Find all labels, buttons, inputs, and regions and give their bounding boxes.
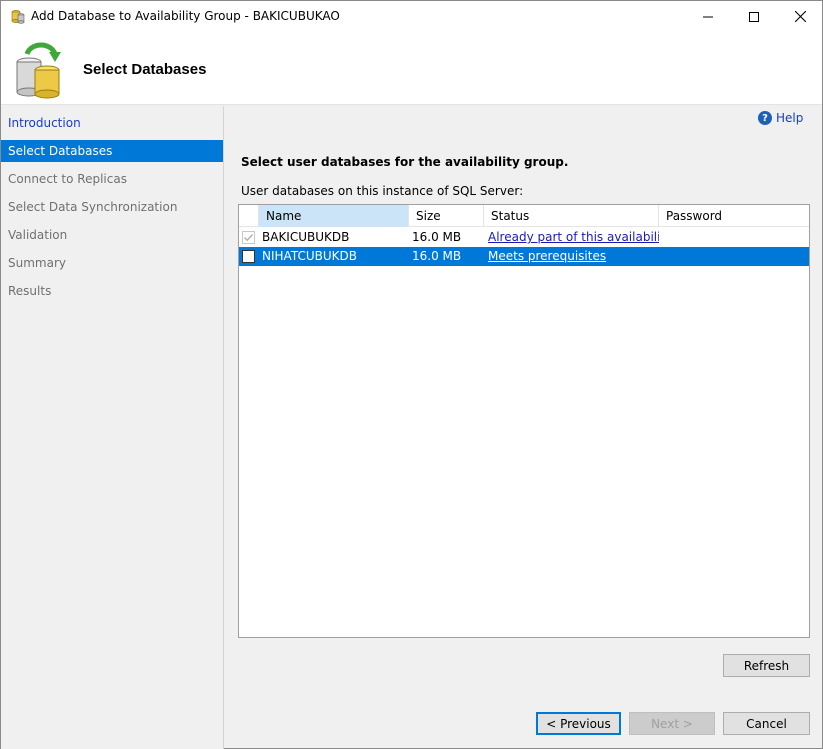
- row-status-link[interactable]: Already part of this availabilit...: [485, 228, 659, 247]
- row-size: 16.0 MB: [412, 249, 462, 263]
- window-title: Add Database to Availability Group - BAK…: [31, 9, 340, 23]
- wizard-header: Select Databases: [1, 32, 822, 105]
- database-sync-icon: [13, 40, 65, 100]
- next-button[interactable]: Next >: [629, 712, 715, 735]
- row-status-link[interactable]: Meets prerequisites: [485, 247, 659, 266]
- cancel-button[interactable]: Cancel: [723, 712, 810, 735]
- grid-header: Name Size Status Password: [239, 205, 809, 227]
- previous-button[interactable]: < Previous: [536, 712, 621, 735]
- nav-item-select-data-synchronization: Select Data Synchronization: [8, 200, 178, 214]
- maximize-button[interactable]: [731, 1, 777, 32]
- nav-item-validation: Validation: [8, 228, 68, 242]
- row-name: BAKICUBUKDB: [262, 230, 350, 244]
- table-row[interactable]: BAKICUBUKDB 16.0 MB Already part of this…: [239, 228, 809, 247]
- database-icon: [11, 9, 25, 24]
- grid-caption: User databases on this instance of SQL S…: [241, 184, 524, 198]
- row-name: NIHATCUBUKDB: [262, 249, 357, 263]
- close-button[interactable]: [777, 1, 823, 32]
- wizard-window: Add Database to Availability Group - BAK…: [0, 0, 823, 749]
- nav-item-select-databases[interactable]: Select Databases: [1, 140, 223, 162]
- refresh-button[interactable]: Refresh: [723, 654, 810, 677]
- row-password[interactable]: [659, 247, 809, 266]
- column-header-checkbox[interactable]: [239, 205, 259, 227]
- column-header-status[interactable]: Status: [484, 205, 659, 227]
- nav-item-summary: Summary: [8, 256, 66, 270]
- column-header-password[interactable]: Password: [659, 205, 809, 227]
- row-checkbox[interactable]: [242, 250, 255, 263]
- help-link[interactable]: ? Help: [758, 111, 803, 125]
- title-bar: Add Database to Availability Group - BAK…: [1, 1, 822, 32]
- row-checkbox: [242, 231, 255, 244]
- nav-item-introduction[interactable]: Introduction: [1, 112, 223, 134]
- row-password[interactable]: [659, 228, 809, 247]
- wizard-nav: Introduction Select Databases Connect to…: [1, 106, 224, 749]
- database-grid[interactable]: Name Size Status Password BAKICUBUKDB 16…: [238, 204, 810, 638]
- help-label: Help: [776, 111, 804, 125]
- column-header-name[interactable]: Name: [259, 205, 409, 227]
- minimize-button[interactable]: [685, 1, 731, 32]
- column-header-size[interactable]: Size: [409, 205, 484, 227]
- section-heading: Select user databases for the availabili…: [241, 155, 569, 169]
- nav-item-connect-to-replicas: Connect to Replicas: [8, 172, 127, 186]
- help-icon: ?: [758, 111, 772, 125]
- nav-item-results: Results: [8, 284, 52, 298]
- page-title: Select Databases: [83, 61, 207, 78]
- table-row[interactable]: NIHATCUBUKDB 16.0 MB Meets prerequisites: [239, 247, 809, 266]
- row-size: 16.0 MB: [412, 230, 462, 244]
